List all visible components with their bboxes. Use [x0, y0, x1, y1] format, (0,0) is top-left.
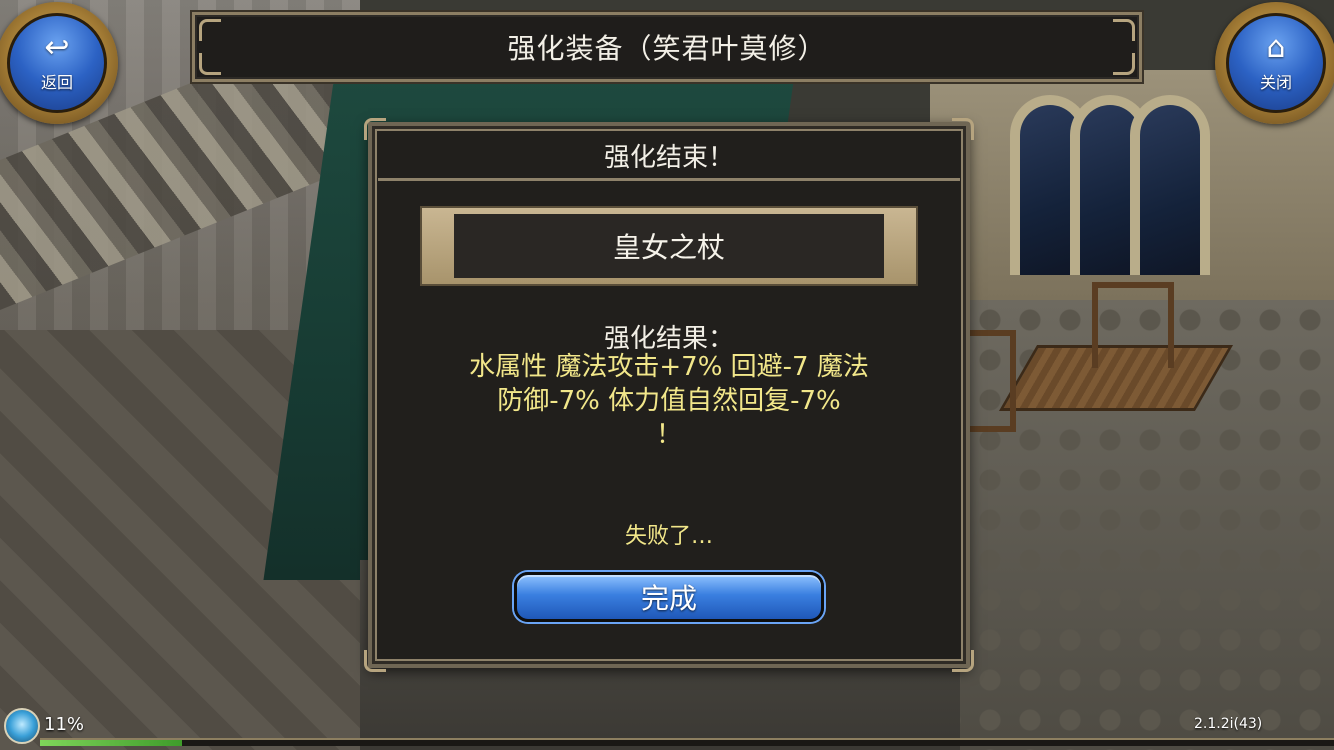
- progress-percent: 11%: [44, 714, 85, 735]
- fail-message: 失败了…: [624, 524, 713, 549]
- dialog-title: 强化结束！: [378, 132, 960, 181]
- item-name-frame: 皇女之杖: [420, 206, 918, 286]
- back-button[interactable]: ↩ 返回: [0, 2, 118, 124]
- back-button-face: ↩ 返回: [7, 13, 107, 113]
- result-line: 水属性 魔法攻击+7% 回避-7 魔法: [469, 352, 869, 382]
- wooden-chair: [1092, 282, 1174, 368]
- enhance-result-dialog: 强化结束！ 皇女之杖 强化结果： 水属性 魔法攻击+7% 回避-7 魔法 防御-…: [364, 118, 974, 672]
- home-icon: ⌂: [1266, 30, 1286, 65]
- title-bar: 强化装备（笑君叶莫修）: [192, 12, 1142, 82]
- progress-bar-fill: [40, 740, 183, 746]
- progress-bar: [40, 738, 1334, 746]
- corner-ornament: [364, 650, 386, 672]
- version-label: 2.1.2i(43): [1194, 716, 1263, 732]
- item-name: 皇女之杖: [454, 214, 884, 278]
- arched-window: [1130, 95, 1210, 275]
- close-button-label: 关闭: [1259, 73, 1292, 92]
- done-button[interactable]: 完成: [514, 572, 824, 622]
- page-title: 强化装备（笑君叶莫修）: [507, 32, 827, 65]
- corner-ornament: [952, 650, 974, 672]
- result-details: 水属性 魔法攻击+7% 回避-7 魔法 防御-7% 体力值自然回复-7% ！: [412, 350, 926, 452]
- close-button[interactable]: ⌂ 关闭: [1215, 2, 1334, 124]
- result-line: 防御-7% 体力值自然回复-7%: [497, 386, 841, 416]
- status-orb-icon: [4, 708, 40, 744]
- back-button-label: 返回: [40, 73, 73, 92]
- result-line: ！: [655, 420, 682, 450]
- close-button-face: ⌂ 关闭: [1226, 13, 1326, 113]
- return-arrow-icon: ↩: [44, 30, 70, 65]
